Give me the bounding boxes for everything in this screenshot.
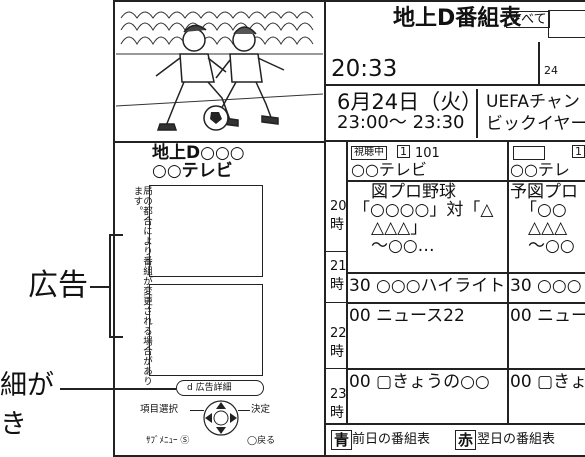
- detail-callout-label-1: 細が: [0, 370, 54, 401]
- channel-2-tag-box: [513, 146, 545, 160]
- ch1-divider-news: [347, 302, 508, 304]
- channel-2-name: ○○テレ: [510, 160, 570, 179]
- soccer-players-image: [115, 11, 324, 131]
- ch1-baseball-line2: 「○○○○」対「△: [353, 200, 494, 220]
- hour-20-num: 20: [330, 199, 347, 214]
- ch1-baseball-line1: 図プロ野球: [371, 182, 456, 202]
- detail-callout-label-2: き: [0, 409, 27, 440]
- hour-column-divider: [346, 141, 348, 423]
- header-small-box: [548, 10, 585, 38]
- prev-day-label: 前日の番組表: [352, 432, 431, 447]
- ad-bracket-top: [109, 234, 123, 236]
- dpad-control[interactable]: [202, 399, 240, 437]
- broadcast-type: 地上D○○○: [152, 143, 245, 163]
- ch2-news-program[interactable]: 00 ニュー: [510, 306, 585, 326]
- header-divider: [325, 84, 585, 86]
- ch2-baseball-line1: 予図プロ: [510, 182, 578, 202]
- epg-title: 地上D番組表: [393, 6, 522, 31]
- ch1-highlight-program[interactable]: 30 ○○○ハイライト: [349, 276, 505, 296]
- ch2-baseball-line4: 〜○○: [528, 236, 575, 256]
- ch2-divider-news: [508, 302, 585, 304]
- soccer-illustration: [115, 2, 324, 141]
- submenu-label: ｻﾌﾞﾒﾆｭｰ Ⓢ: [146, 436, 190, 446]
- hour-21-char: 時: [330, 277, 344, 293]
- ad-detail-button[interactable]: d 広告詳細: [176, 380, 264, 396]
- back-label: ◯戻る: [247, 436, 276, 446]
- ad-detail-label: d 広告詳細: [187, 383, 232, 393]
- program-date: 6月24日（火）: [337, 90, 483, 114]
- ch2-baseball-line2: 「○○: [520, 200, 567, 220]
- watching-tag: 視聴中: [351, 146, 387, 160]
- station-name: ○○テレビ: [152, 161, 233, 181]
- program-time-range: 23:00〜 23:30: [337, 112, 465, 133]
- hour-23-char: 時: [330, 405, 344, 421]
- program-info-split: [476, 89, 478, 138]
- ch2-kyou-program[interactable]: 00 ▢きょ: [510, 372, 585, 392]
- program-title-line2: ビックイヤー: [486, 114, 585, 134]
- ch2-highlight-program[interactable]: 30 ○○○: [510, 276, 582, 296]
- ad-bracket-bottom: [109, 336, 123, 338]
- hour-20-char: 時: [330, 217, 344, 233]
- ad-callout-label: 広告: [28, 268, 88, 303]
- ad-box-bottom[interactable]: [149, 284, 263, 376]
- ch1-news-program[interactable]: 00 ニュース22: [349, 306, 465, 326]
- item-select-label: 項目選択: [140, 404, 179, 415]
- tab-all[interactable]: すべて: [506, 11, 550, 28]
- header-small-number: 24: [544, 64, 558, 77]
- program-title-line1: UEFAチャン: [486, 92, 580, 112]
- channel-2-number-icon: 1: [572, 145, 585, 158]
- ch1-divider-highlight: [347, 272, 508, 274]
- dpad-icon: [203, 400, 239, 436]
- hour-21-num: 21: [330, 259, 347, 274]
- hour-divider-22: [326, 302, 347, 303]
- ch1-baseball-line4: 〜○○…: [371, 236, 435, 256]
- current-time: 20:33: [331, 56, 398, 82]
- red-key-icon: 赤: [455, 430, 477, 450]
- left-panel-divider: [324, 0, 326, 457]
- hour-23-num: 23: [330, 387, 347, 402]
- hour-divider-23: [326, 368, 347, 369]
- ch2-divider-kyou: [508, 368, 585, 370]
- channel-1-name: ○○テレビ: [351, 160, 427, 179]
- hour-22-char: 時: [330, 344, 344, 360]
- hour-divider-21: [326, 251, 347, 252]
- ch1-baseball-line3: △△△」: [371, 218, 428, 238]
- footer-divider: [325, 423, 585, 425]
- ch2-baseball-line3: △△△: [528, 218, 568, 238]
- decide-label: 決定: [251, 404, 271, 415]
- header-right-split: [538, 42, 540, 84]
- ch2-divider-highlight: [508, 272, 585, 274]
- ad-box-top[interactable]: [149, 185, 263, 277]
- blue-key-icon: 青: [331, 430, 353, 450]
- channel-1-number-icon: 1: [397, 145, 410, 158]
- detail-callout-line: [60, 388, 176, 390]
- hour-22-num: 22: [330, 326, 347, 341]
- channel-column-divider: [507, 141, 509, 423]
- ch1-kyou-program[interactable]: 00 ▢きょうの○○: [349, 372, 490, 392]
- ad-bracket-vertical: [109, 234, 111, 337]
- channel-1-number: 101: [415, 146, 440, 161]
- next-day-label: 翌日の番組表: [477, 432, 556, 447]
- program-info-divider: [325, 140, 585, 142]
- ad-callout-line: [90, 286, 110, 288]
- ch1-divider-kyou: [347, 368, 508, 370]
